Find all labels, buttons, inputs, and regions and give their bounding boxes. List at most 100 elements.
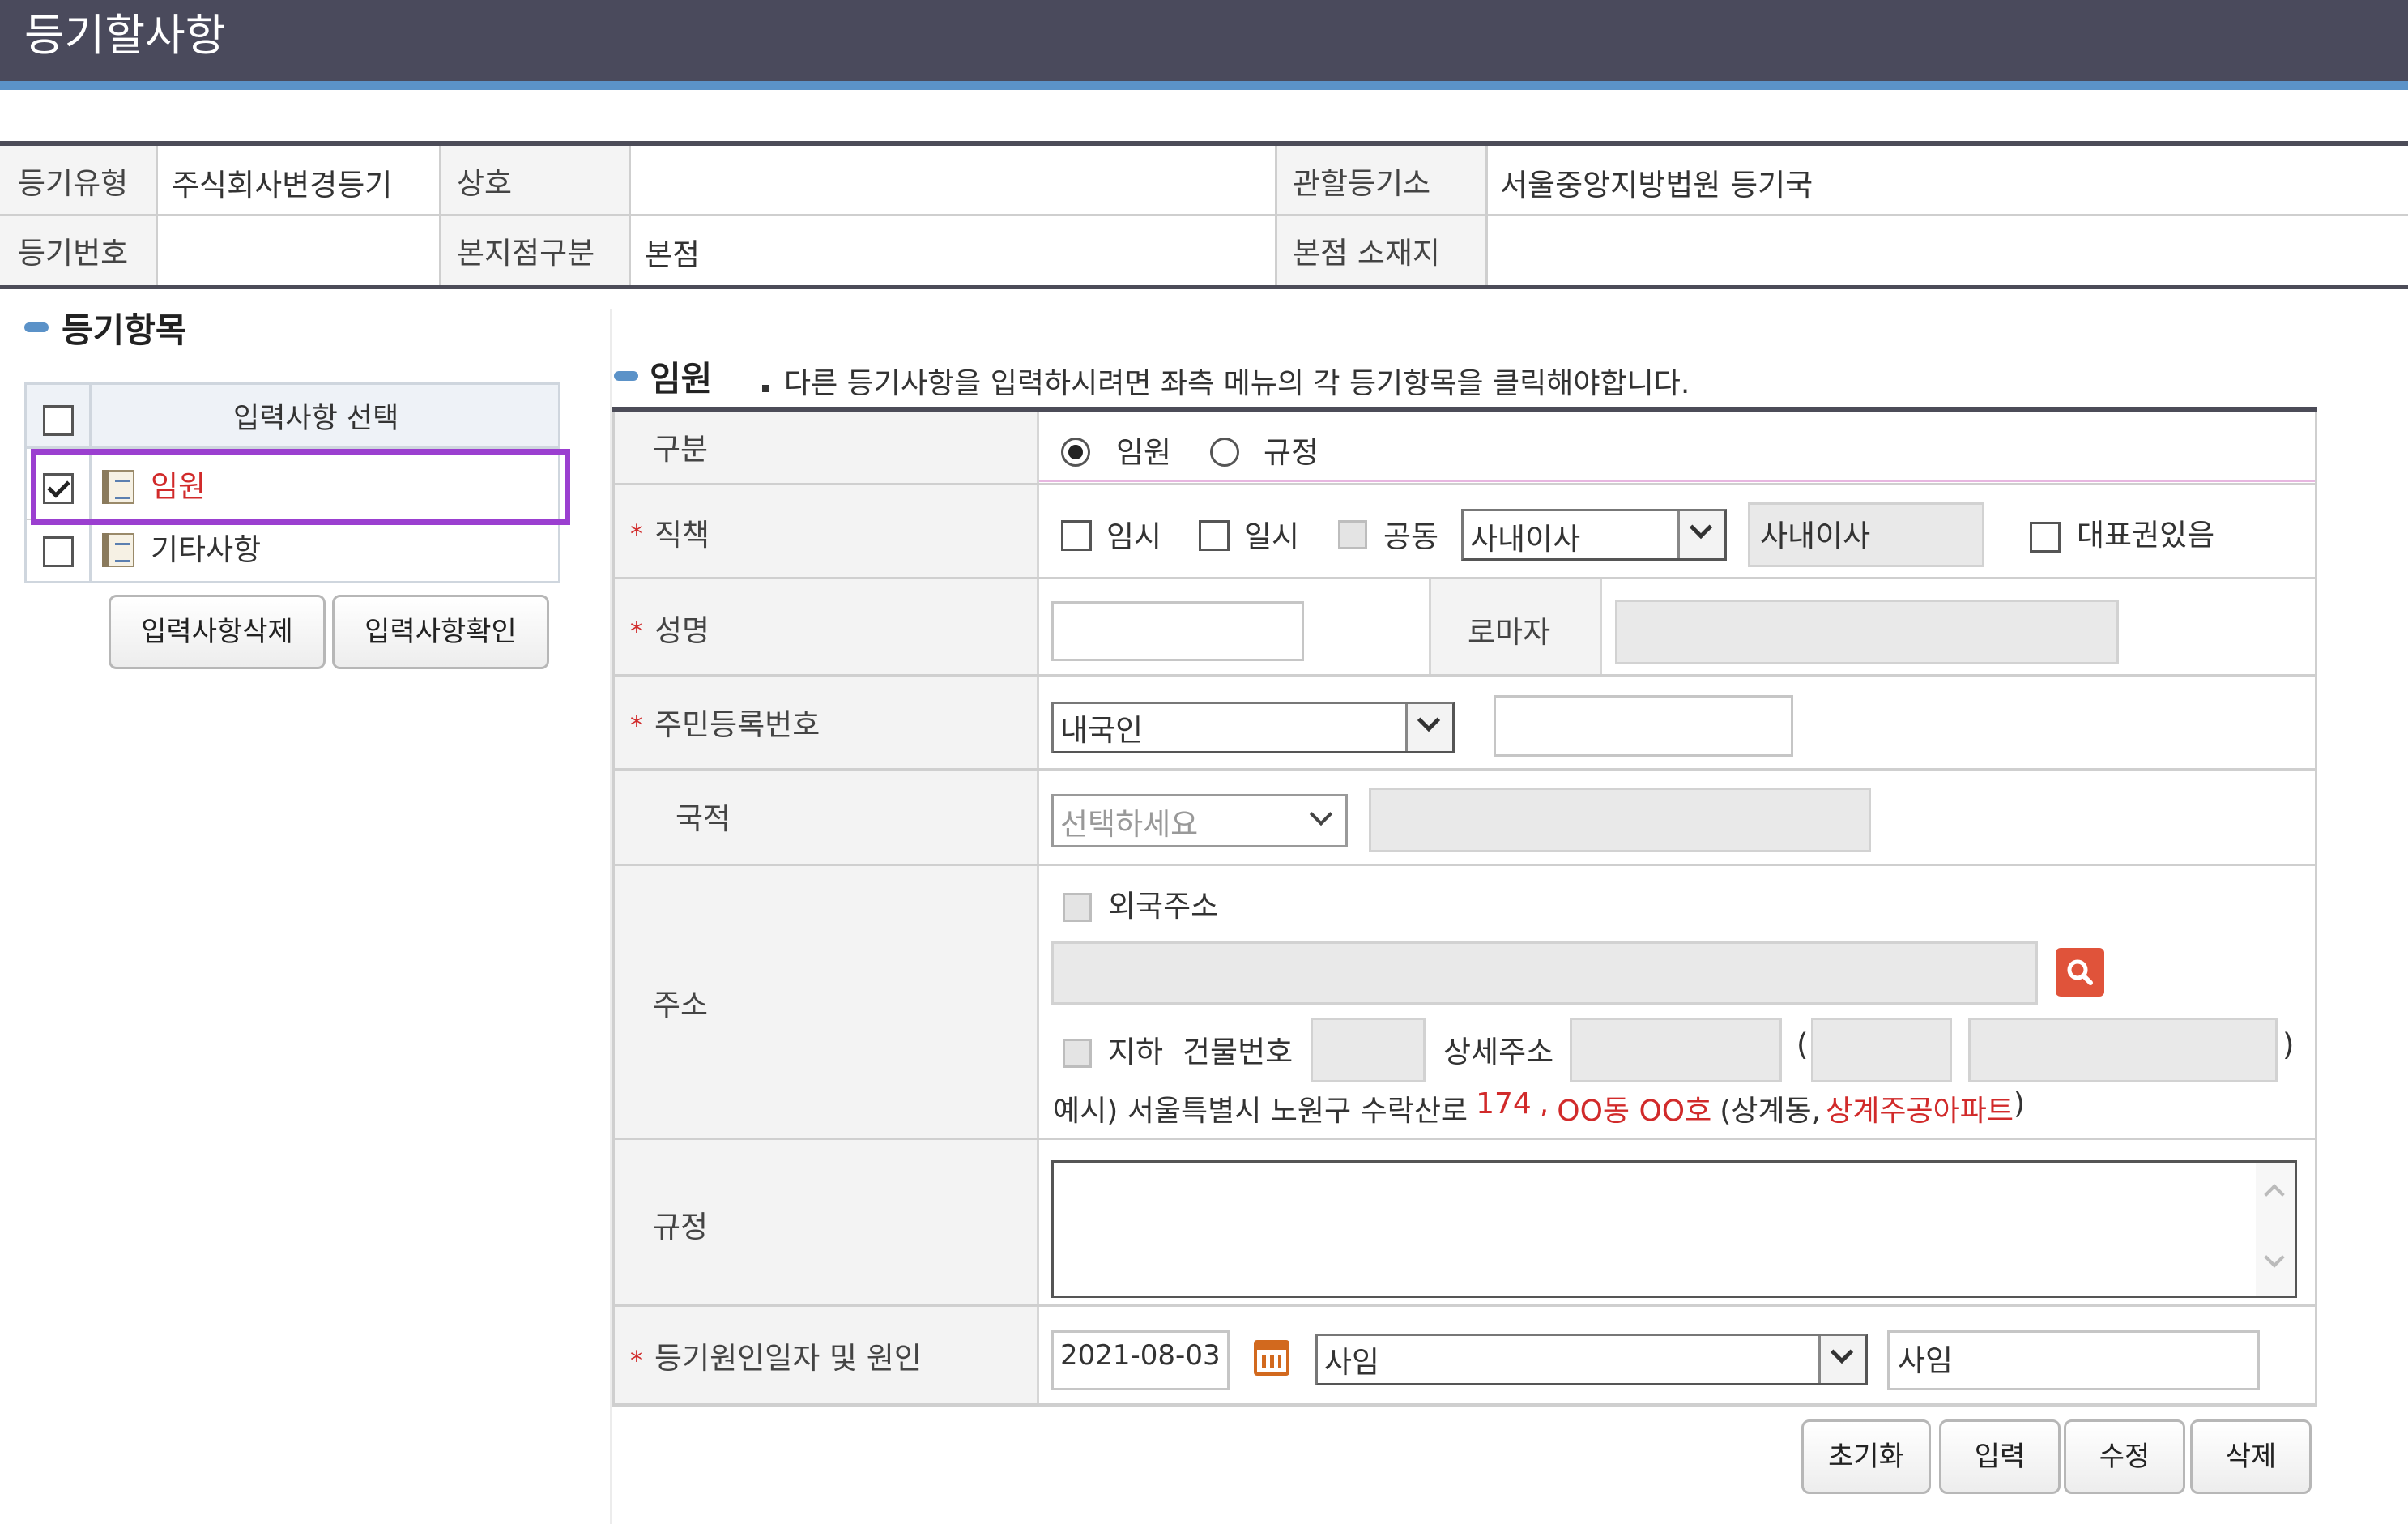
- dropdown-button[interactable]: [1677, 511, 1724, 558]
- address-label: 주소: [653, 988, 709, 1022]
- nationality-display-field: [1369, 788, 1871, 852]
- radio-officer-label: 임원: [1116, 435, 1172, 470]
- dropdown-button[interactable]: [1818, 1336, 1865, 1383]
- example-unit: OO동 OO호: [1557, 1095, 1712, 1128]
- form-row-divider: [1039, 480, 2315, 482]
- representative-checkbox[interactable]: [2030, 522, 2061, 553]
- left-section-title: 등기항목: [62, 310, 187, 350]
- item-label-other[interactable]: 기타사항: [151, 525, 261, 569]
- close-paren: ): [2282, 1027, 2295, 1062]
- position-select[interactable]: 사내이사: [1461, 509, 1727, 561]
- section-bullet-icon: [24, 322, 49, 332]
- reason-display-field: 사임: [1887, 1330, 2260, 1390]
- reset-button[interactable]: 초기화: [1801, 1419, 1931, 1494]
- delete-button[interactable]: 삭제: [2190, 1419, 2312, 1494]
- reason-date-input[interactable]: 2021-08-03: [1051, 1330, 1230, 1390]
- branch-type-label: 본지점구분: [457, 236, 595, 271]
- reference-field-2: [1968, 1018, 2278, 1082]
- foreign-address-checkbox[interactable]: [1063, 893, 1092, 922]
- info-col-divider: [156, 146, 158, 285]
- rule-label: 규정: [653, 1210, 709, 1244]
- scroll-up-icon[interactable]: [2264, 1184, 2285, 1205]
- hq-location-label: 본점 소재지: [1293, 236, 1440, 271]
- info-col-divider: [439, 146, 441, 285]
- delete-input-button[interactable]: 입력사항삭제: [109, 595, 326, 669]
- name-label: 성명: [654, 613, 710, 648]
- temp-label: 임시: [1106, 519, 1162, 554]
- item-checkbox-other[interactable]: [43, 536, 74, 567]
- office-label: 관할등기소: [1293, 166, 1431, 201]
- item-grid-column-header: 입력사항 선택: [233, 403, 399, 435]
- calendar-icon[interactable]: [1254, 1340, 1289, 1376]
- trade-name-label: 상호: [457, 166, 513, 201]
- building-number-field: [1311, 1018, 1426, 1082]
- required-marker: *: [630, 1345, 643, 1376]
- reason-date-value: 2021-08-03: [1060, 1339, 1221, 1372]
- foreign-address-label: 외국주소: [1108, 889, 1219, 924]
- chevron-down-icon: [1417, 708, 1441, 732]
- reference-field-1: [1811, 1018, 1952, 1082]
- position-display-value: 사내이사: [1760, 519, 1871, 553]
- radio-officer[interactable]: [1061, 438, 1090, 467]
- select-all-checkbox[interactable]: [43, 405, 74, 436]
- section-bullet-icon: [614, 371, 638, 381]
- reason-select-value: 사임: [1324, 1345, 1380, 1380]
- document-icon: [102, 533, 134, 567]
- form-row-divider: [612, 674, 2317, 677]
- nationality-type-value: 내국인: [1060, 713, 1144, 748]
- info-table-row-divider: [0, 214, 2408, 216]
- reason-label: 등기원인일자 및 원인: [654, 1341, 922, 1376]
- form-row-divider: [612, 768, 2317, 771]
- address-search-button[interactable]: [2056, 948, 2104, 997]
- radio-rule[interactable]: [1210, 438, 1239, 467]
- nationality-label: 국적: [676, 801, 731, 836]
- radio-rule-label: 규정: [1264, 435, 1319, 470]
- reg-type-label: 등기유형: [18, 166, 129, 201]
- info-col-divider: [629, 146, 631, 285]
- resident-number-input[interactable]: [1494, 695, 1793, 757]
- office-value: 서울중앙지방법원 등기국: [1500, 168, 1813, 203]
- division-label: 구분: [653, 432, 709, 467]
- header-accent-line: [0, 81, 2408, 90]
- panel-divider: [610, 309, 612, 1524]
- basement-checkbox[interactable]: [1063, 1039, 1092, 1068]
- reason-select[interactable]: 사임: [1315, 1334, 1868, 1385]
- required-marker: *: [630, 519, 643, 549]
- position-select-value: 사내이사: [1470, 522, 1581, 557]
- info-col-divider: [1275, 146, 1277, 285]
- textarea-scrollbar[interactable]: [2256, 1163, 2295, 1296]
- form-section-title: 임원: [650, 359, 713, 399]
- page-title: 등기할사항: [24, 10, 226, 61]
- confirm-input-button[interactable]: 입력사항확인: [332, 595, 549, 669]
- roman-label: 로마자: [1468, 615, 1551, 650]
- modify-button[interactable]: 수정: [2064, 1419, 2185, 1494]
- basement-label: 지하: [1108, 1035, 1164, 1069]
- chevron-down-icon: [1309, 802, 1333, 826]
- chevron-down-icon: [1830, 1340, 1854, 1364]
- rule-textarea[interactable]: [1051, 1160, 2297, 1298]
- representative-label: 대표권있음: [2077, 518, 2215, 553]
- input-button[interactable]: 입력: [1939, 1419, 2061, 1494]
- example-comma: ,: [1539, 1087, 1549, 1121]
- selected-item-highlight: [31, 449, 570, 525]
- building-number-label: 건물번호: [1183, 1035, 1294, 1069]
- detail-address-label: 상세주소: [1443, 1035, 1554, 1069]
- temp-checkbox[interactable]: [1061, 520, 1092, 551]
- form-row-divider: [612, 1304, 2317, 1307]
- resident-number-label: 주민등록번호: [654, 707, 820, 742]
- once-checkbox[interactable]: [1199, 520, 1230, 551]
- form-table-bottom-border: [612, 1403, 2317, 1407]
- nationality-select[interactable]: 선택하세요: [1051, 794, 1348, 847]
- nationality-type-select[interactable]: 내국인: [1051, 702, 1455, 753]
- joint-checkbox[interactable]: [1338, 520, 1367, 549]
- dropdown-button[interactable]: [1405, 704, 1452, 751]
- example-number: 174: [1476, 1087, 1532, 1121]
- position-label: 직책: [654, 518, 710, 553]
- example-paren-open: (상계동,: [1720, 1095, 1822, 1128]
- name-input[interactable]: [1051, 601, 1304, 661]
- nationality-select-value: 선택하세요: [1060, 807, 1199, 842]
- branch-type-value: 본점: [645, 237, 701, 272]
- example-prefix: 예시) 서울특별시 노원구 수락산로: [1053, 1095, 1468, 1128]
- scroll-down-icon[interactable]: [2264, 1247, 2285, 1268]
- roman-input: [1615, 600, 2119, 664]
